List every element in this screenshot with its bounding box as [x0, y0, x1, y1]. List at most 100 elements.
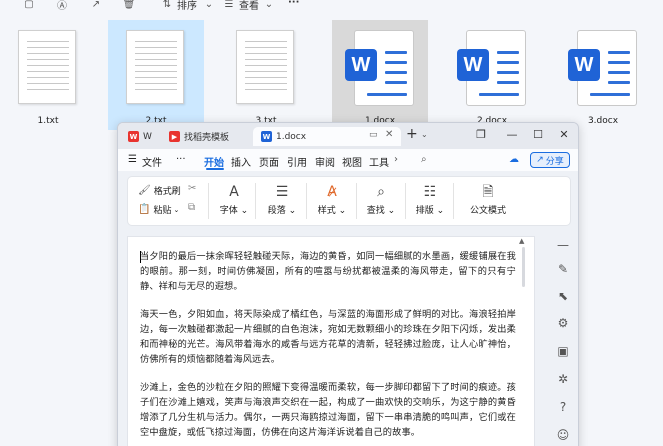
chevron-down-icon: ⌄	[173, 205, 180, 214]
title-bar: W W ▶ 找稻壳模板 W 1.docx ▭ ✕ + ⌄ ❐ — ☐ ✕	[118, 123, 578, 149]
tab-label: 找稻壳模板	[184, 133, 230, 143]
tab-template[interactable]: ▶ 找稻壳模板	[163, 127, 249, 146]
style-button[interactable]: A̷ 样式 ⌄	[312, 183, 352, 216]
text-file-icon	[18, 30, 76, 104]
delete-icon[interactable]: 🗑	[122, 0, 136, 10]
sort-icon[interactable]: ⇅	[160, 0, 174, 10]
file-item[interactable]: 2.txt	[108, 20, 204, 130]
ribbon-toolbar: 🖌 格式刷 ✂ 📋 粘贴 ⌄ ⧉ A 字体 ⌄ ☰ 段落 ⌄ A̷ 样式 ⌄ ⌕…	[127, 176, 571, 226]
text-file-icon	[236, 30, 294, 104]
minimize-icon[interactable]: —	[504, 128, 520, 141]
font-button[interactable]: A 字体 ⌄	[216, 183, 252, 216]
tab-document[interactable]: W 1.docx ▭ ✕	[253, 127, 401, 146]
new-tab-button[interactable]: +	[406, 126, 418, 142]
layout-button[interactable]: ☷ 排版 ⌄	[410, 183, 450, 216]
file-item[interactable]: W 3.docx	[555, 20, 651, 130]
view-button[interactable]: 查看	[239, 0, 259, 12]
official-mode-label: 公文模式	[469, 206, 506, 216]
file-item[interactable]: W 2.docx	[444, 20, 540, 130]
layout-label: 排版	[415, 206, 434, 216]
tab-page[interactable]: 页面	[259, 154, 279, 169]
style-icon: A̷	[327, 184, 337, 200]
view-icon[interactable]: ☰	[222, 0, 236, 10]
chevron-down-icon: ⌄	[264, 0, 274, 10]
wps-window: W W ▶ 找稻壳模板 W 1.docx ▭ ✕ + ⌄ ❐ — ☐ ✕ ☰ 文…	[117, 122, 579, 446]
close-tab-icon[interactable]: ✕	[385, 129, 393, 140]
more-button[interactable]: ···	[288, 0, 299, 8]
chevron-down-icon: ⌄	[204, 0, 214, 10]
tab-home[interactable]: 开始	[204, 154, 224, 169]
word-doc-icon: W	[261, 131, 272, 142]
tab-wps-home[interactable]: W W	[122, 127, 160, 146]
new-file-icon[interactable]: ▢	[22, 0, 36, 10]
active-tab-indicator	[206, 168, 224, 170]
explorer-toolbar: ▢ Ⓐ ↗ 🗑 ⇅ 排序 ⌄ ☰ 查看 ⌄ ···	[0, 0, 663, 16]
help-icon[interactable]: ?	[555, 399, 571, 415]
tab-review[interactable]: 审阅	[315, 154, 335, 169]
search-icon[interactable]: ⌕	[421, 154, 427, 165]
document-page[interactable]: 当夕阳的最后一抹余晖轻轻触碰天际，海边的黄昏，如同一幅细腻的水墨画，缓缓铺展在我…	[127, 236, 535, 446]
share-button[interactable]: ↗ 分享	[530, 152, 570, 168]
cloud-upload-icon[interactable]: ☁	[509, 154, 519, 165]
find-button[interactable]: ⌕ 查找 ⌄	[361, 183, 401, 216]
font-label: 字体	[219, 206, 238, 216]
official-mode-button[interactable]: 🗎 公文模式	[460, 183, 516, 216]
template-icon: ▶	[169, 131, 180, 142]
copy-icon[interactable]: ⧉	[188, 202, 195, 213]
share-label: 分享	[545, 156, 564, 167]
more-menu[interactable]: ···	[176, 154, 186, 165]
document-paragraph[interactable]: 沙滩上，金色的沙粒在夕阳的照耀下变得温暖而柔软，每一步脚印都留下了时间的痕迹。孩…	[140, 380, 516, 440]
menu-bar: ☰ 文件 ··· 开始 插入 页面 引用 审阅 视图 工具 › ⌕ ☁ ↗ 分享	[118, 149, 578, 171]
cut-icon[interactable]: ✂	[188, 183, 196, 194]
tab-reference[interactable]: 引用	[287, 154, 307, 169]
menu-icon[interactable]: ☰	[128, 154, 137, 165]
text-file-icon	[126, 30, 184, 104]
maximize-icon[interactable]: ☐	[530, 128, 546, 141]
file-item[interactable]: 3.txt	[218, 20, 314, 130]
word-file-icon: W	[568, 30, 637, 106]
scroll-up-icon[interactable]: ▲	[519, 237, 524, 245]
style-label: 样式	[317, 206, 336, 216]
share-icon[interactable]: ↗	[89, 0, 103, 10]
image-icon[interactable]: ▣	[555, 343, 571, 359]
rename-icon[interactable]: Ⓐ	[55, 0, 69, 12]
chevron-down-icon[interactable]: ⌄	[421, 130, 428, 139]
sort-button[interactable]: 排序	[177, 0, 197, 12]
paragraph-icon: ☰	[275, 184, 289, 200]
restore-window-icon[interactable]: ❐	[473, 128, 489, 141]
file-item[interactable]: W 1.docx	[332, 20, 428, 130]
paste-icon: 📋	[138, 204, 151, 215]
paragraph-button[interactable]: ☰ 段落 ⌄	[262, 183, 302, 216]
wps-logo-icon: W	[128, 131, 139, 142]
document-paragraph[interactable]: 当夕阳的最后一抹余晖轻轻触碰天际，海边的黄昏，如同一幅细腻的水墨画，缓缓铺展在我…	[140, 249, 516, 294]
tab-tools[interactable]: 工具	[369, 154, 389, 169]
paragraph-label: 段落	[267, 206, 286, 216]
format-painter-button[interactable]: 🖌 格式刷	[138, 184, 181, 197]
tab-label: W	[143, 131, 152, 142]
chevron-right-icon[interactable]: ›	[394, 154, 398, 165]
robot-icon[interactable]: ☺	[555, 427, 571, 443]
file-menu[interactable]: 文件	[142, 154, 162, 169]
collapse-icon[interactable]: —	[555, 237, 571, 253]
paste-button[interactable]: 📋 粘贴 ⌄	[138, 203, 179, 216]
document-paragraph[interactable]: 海天一色，夕阳如血，将天际染成了橘红色，与深蓝的海面形成了鲜明的对比。海浪轻拍岸…	[140, 307, 516, 367]
format-painter-icon: 🖌	[138, 185, 151, 196]
file-item[interactable]: 1.txt	[0, 20, 96, 130]
select-cursor-icon[interactable]: ⬉	[555, 288, 571, 304]
font-icon: A	[229, 184, 239, 200]
settings-sliders-icon[interactable]: ⚙	[555, 315, 571, 331]
file-name: 1.txt	[37, 116, 59, 126]
window-icon[interactable]: ▭	[369, 130, 378, 140]
tools-icon[interactable]: ✲	[555, 371, 571, 387]
share-icon: ↗	[536, 155, 544, 165]
official-document-icon: 🗎	[482, 184, 494, 200]
tab-insert[interactable]: 插入	[231, 154, 251, 169]
pen-icon[interactable]: ✎	[555, 261, 571, 277]
right-sidebar: — ✎ ⬉ ⚙ ▣ ✲ ? ☺	[546, 231, 578, 446]
close-window-icon[interactable]: ✕	[556, 128, 572, 141]
paste-label: 粘贴	[153, 206, 172, 216]
search-icon: ⌕	[377, 184, 385, 200]
tab-view[interactable]: 视图	[342, 154, 362, 169]
format-painter-label: 格式刷	[153, 187, 181, 197]
vertical-scrollbar[interactable]	[522, 247, 525, 287]
